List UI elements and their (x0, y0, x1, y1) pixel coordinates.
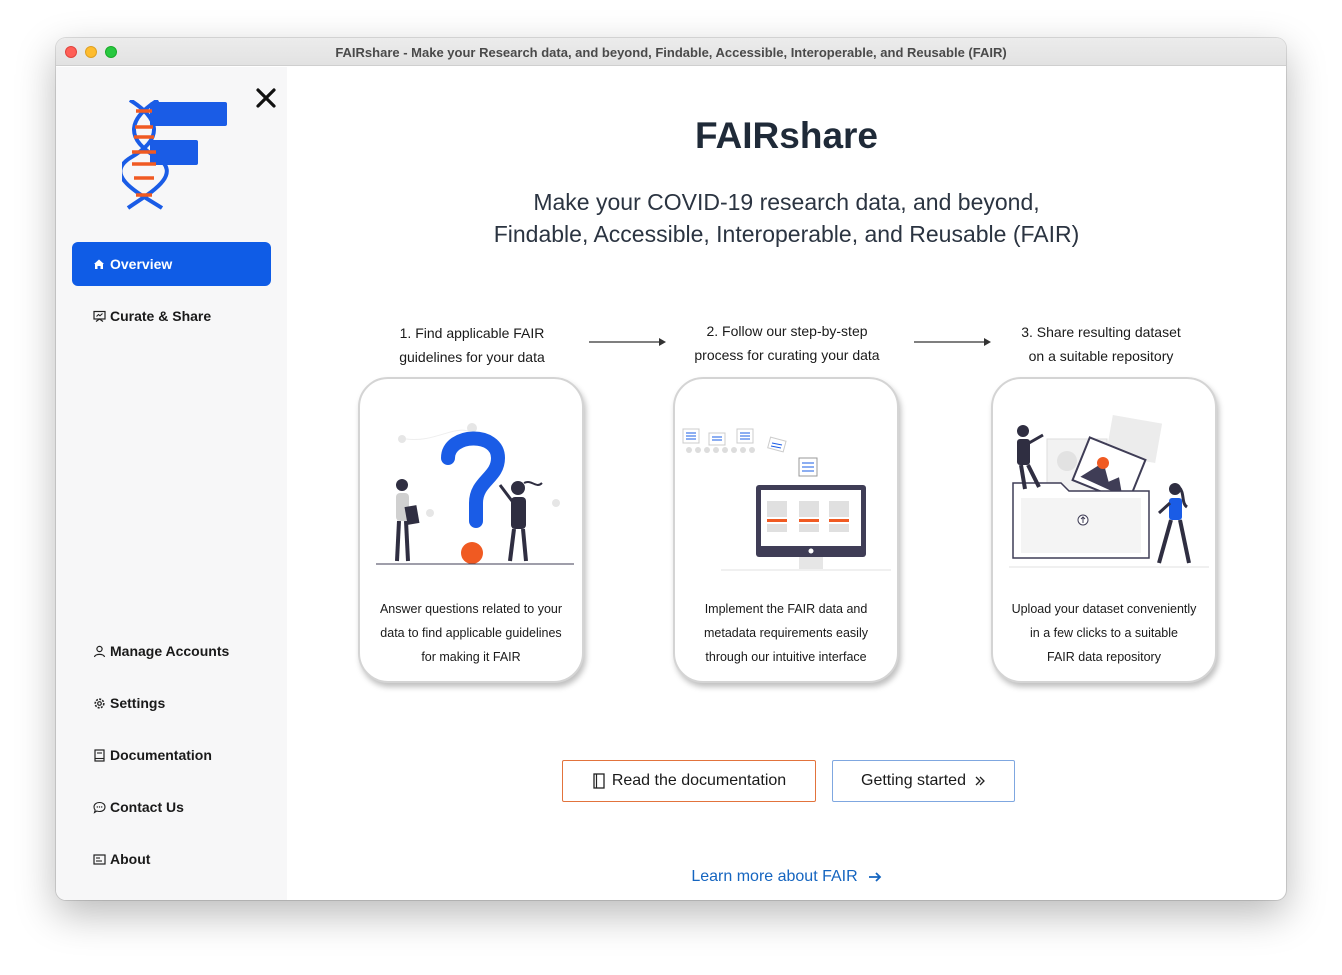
sidebar-item-overview[interactable]: Overview (72, 242, 271, 286)
step-arrow-1 (589, 338, 666, 346)
read-documentation-button[interactable]: Read the documentation (562, 760, 816, 802)
chat-icon (92, 800, 106, 814)
step-1-description: Answer questions related to your data to… (379, 602, 563, 664)
curation-illustration (682, 428, 891, 571)
window-title: FAIRshare - Make your Research data, and… (335, 45, 1007, 60)
info-card-icon (92, 852, 106, 866)
sidebar-item-label: Documentation (110, 747, 212, 763)
sidebar-item-label: Settings (110, 695, 166, 711)
app-window: FAIRshare - Make your Research data, and… (56, 38, 1286, 900)
step-3-description: Upload your dataset conveniently in a fe… (1011, 602, 1197, 664)
step-1-label: 1. Find applicable FAIR guidelines for y… (399, 325, 545, 365)
sidebar: Overview Curate & Share Manage Accounts … (56, 67, 287, 900)
learn-more-link[interactable]: Learn more about FAIR (287, 868, 1286, 886)
sidebar-item-curate-share[interactable]: Curate & Share (72, 294, 271, 338)
title-bar: FAIRshare - Make your Research data, and… (56, 38, 1286, 66)
notebook-icon (592, 773, 606, 789)
gear-icon (92, 696, 106, 710)
close-icon[interactable] (254, 86, 278, 110)
sidebar-item-manage-accounts[interactable]: Manage Accounts (72, 629, 271, 673)
read-documentation-label: Read the documentation (611, 772, 787, 789)
sidebar-item-label: Manage Accounts (110, 643, 230, 659)
arrow-right-icon (868, 871, 882, 883)
sidebar-item-label: Curate & Share (110, 308, 212, 324)
sidebar-item-label: About (110, 851, 151, 867)
sidebar-item-about[interactable]: About (72, 837, 271, 881)
step-3-label: 3. Share resulting dataset on a suitable… (1021, 324, 1181, 364)
question-illustration (376, 423, 574, 565)
learn-more-label: Learn more about FAIR (691, 868, 858, 885)
sidebar-item-label: Overview (110, 256, 173, 272)
double-chevron-right-icon (974, 775, 986, 787)
step-2-card: Implement the FAIR data and metadata req… (673, 377, 899, 683)
step-1-card: Answer questions related to your data to… (358, 377, 584, 683)
sidebar-item-contact-us[interactable]: Contact Us (72, 785, 271, 829)
sidebar-item-label: Contact Us (110, 799, 184, 815)
book-icon (92, 748, 106, 762)
user-icon (92, 644, 106, 658)
step-2-description: Implement the FAIR data and metadata req… (704, 602, 868, 664)
getting-started-button[interactable]: Getting started (832, 760, 1015, 802)
page-subtitle-line-1: Make your COVID-19 research data, and be… (533, 189, 1040, 215)
main-content: FAIRshare Make your COVID-19 research da… (287, 67, 1286, 900)
page-title: FAIRshare (694, 115, 878, 156)
page-subtitle-line-2: Findable, Accessible, Interoperable, and… (493, 221, 1080, 247)
step-arrow-2 (914, 338, 991, 346)
getting-started-label: Getting started (861, 772, 966, 789)
step-2-label: 2. Follow our step-by-step process for c… (694, 323, 880, 363)
upload-illustration (1009, 414, 1209, 568)
fairshare-logo (118, 98, 228, 210)
step-3-card: Upload your dataset conveniently in a fe… (991, 377, 1217, 683)
sidebar-item-settings[interactable]: Settings (72, 681, 271, 725)
curate-icon (92, 309, 106, 323)
home-icon (92, 257, 106, 271)
sidebar-item-documentation[interactable]: Documentation (72, 733, 271, 777)
